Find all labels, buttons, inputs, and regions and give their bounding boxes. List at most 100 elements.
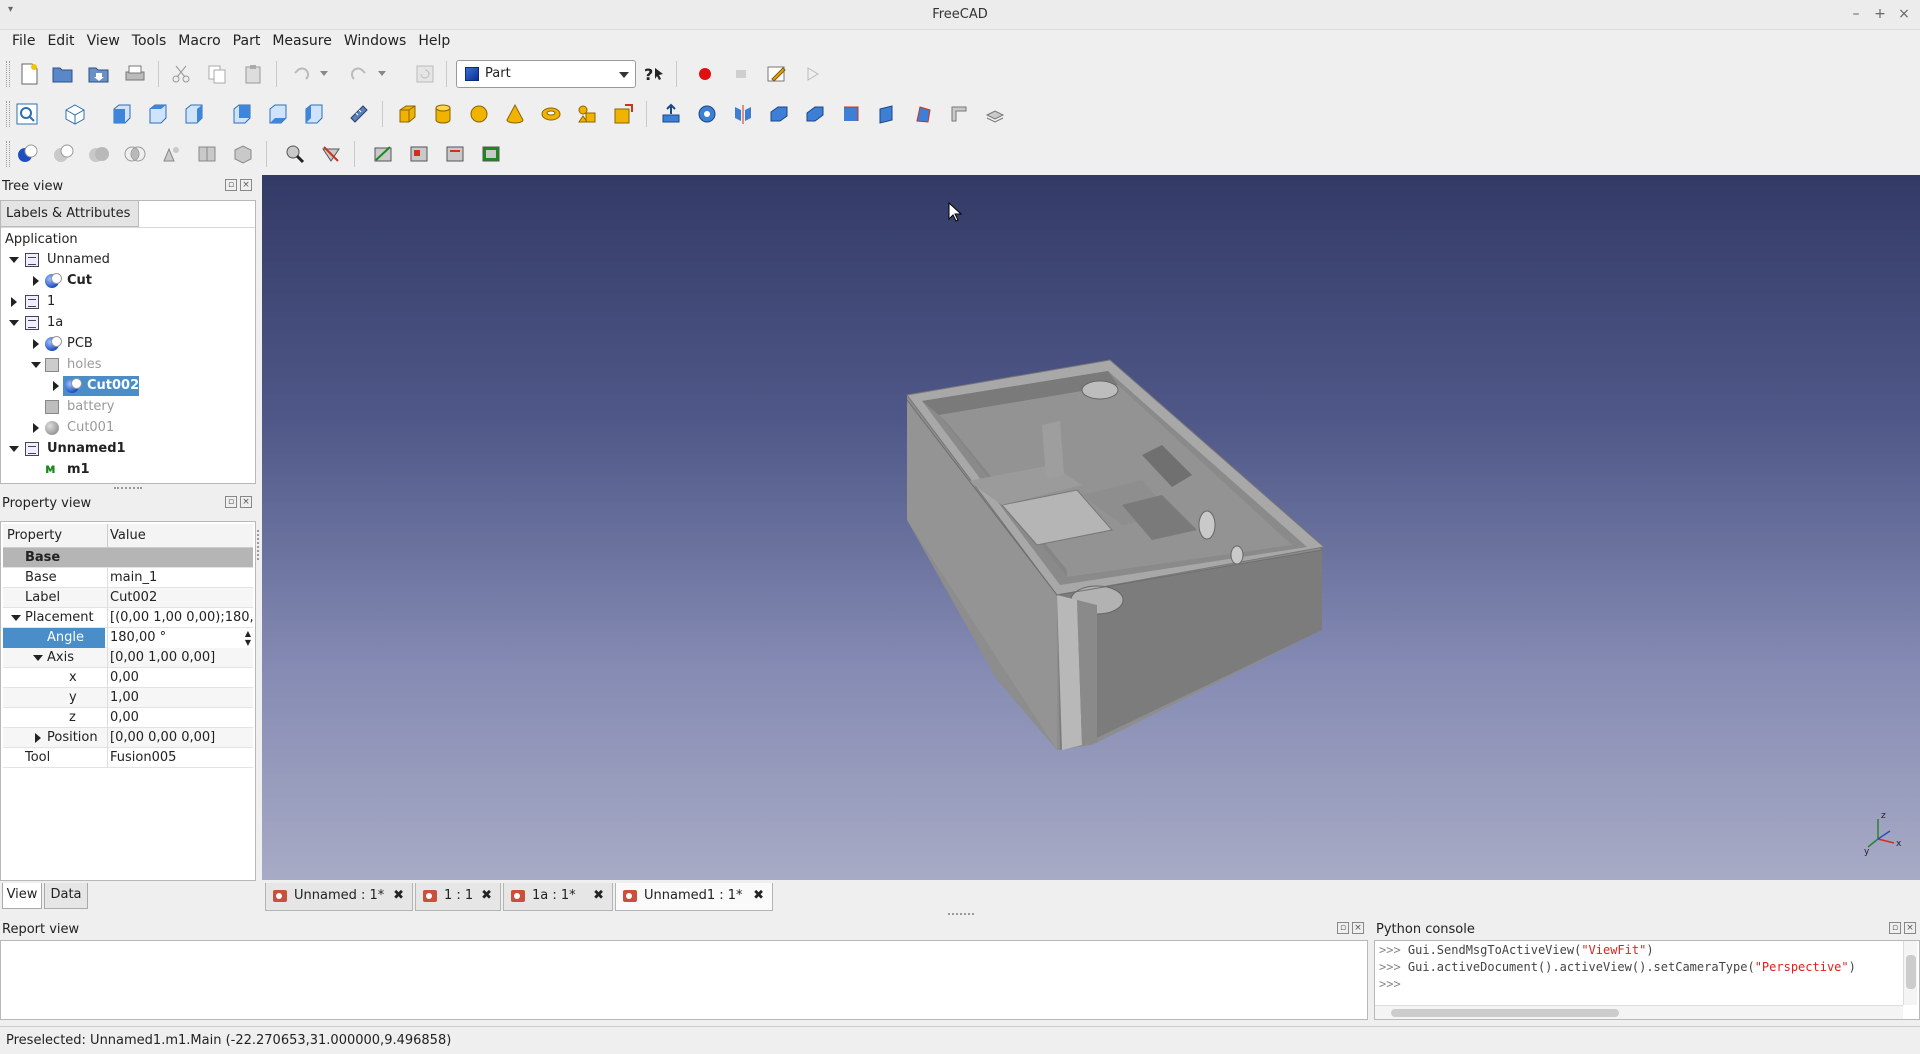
torus-icon[interactable]	[538, 101, 564, 127]
tab-1a[interactable]: 1a : 1* ✖	[503, 883, 613, 911]
attachment-icon[interactable]	[370, 141, 396, 167]
expanded-arrow-icon[interactable]	[11, 615, 21, 621]
close-window-button[interactable]: ×	[1894, 4, 1914, 24]
collapsed-arrow-icon[interactable]	[33, 276, 39, 286]
redo-dropdown-icon[interactable]	[376, 61, 390, 87]
fuse-icon[interactable]	[86, 141, 112, 167]
close-tab-icon[interactable]: ✖	[393, 883, 404, 909]
menu-part[interactable]: Part	[227, 30, 267, 54]
make-face-icon[interactable]	[838, 101, 864, 127]
offset-icon[interactable]	[478, 141, 504, 167]
horizontal-scrollbar[interactable]	[1375, 1005, 1903, 1019]
isometric-view-icon[interactable]	[62, 101, 88, 127]
undo-icon[interactable]	[288, 61, 314, 87]
close-panel-icon[interactable]: ×	[240, 496, 252, 508]
menu-file[interactable]: File	[6, 30, 41, 54]
join-features-icon[interactable]	[158, 141, 184, 167]
redo-icon[interactable]	[346, 61, 372, 87]
tree-item-m1[interactable]: ᴍ m1	[1, 460, 255, 480]
new-file-icon[interactable]	[16, 61, 42, 87]
cylinder-icon[interactable]	[430, 101, 456, 127]
property-row-axis[interactable]: Axis [0,00 1,00 0,00]	[3, 648, 253, 668]
panel-splitter[interactable]	[948, 913, 974, 917]
property-row[interactable]: Tool Fusion005	[3, 748, 253, 768]
collapsed-arrow-icon[interactable]	[11, 297, 17, 307]
projection-icon[interactable]	[442, 141, 468, 167]
tree-item-holes[interactable]: holes	[1, 355, 255, 375]
section-icon[interactable]	[982, 101, 1008, 127]
expanded-arrow-icon[interactable]	[9, 257, 19, 263]
record-macro-icon[interactable]	[692, 61, 718, 87]
float-panel-icon[interactable]: ▫	[1889, 922, 1901, 934]
cone-icon[interactable]	[502, 101, 528, 127]
tree-item-battery[interactable]: battery	[1, 397, 255, 417]
boolean-icon[interactable]	[14, 141, 40, 167]
tree-labels-tab[interactable]: Labels & Attributes	[1, 201, 139, 227]
collapsed-arrow-icon[interactable]	[53, 381, 59, 391]
tree-item-1a[interactable]: 1a	[1, 313, 255, 333]
panel-splitter[interactable]	[114, 487, 142, 491]
float-panel-icon[interactable]: ▫	[225, 496, 237, 508]
collapsed-arrow-icon[interactable]	[35, 733, 41, 743]
float-panel-icon[interactable]: ▫	[1337, 922, 1349, 934]
tree-item-unnamed[interactable]: Unnamed	[1, 250, 255, 270]
cube-icon[interactable]	[394, 101, 420, 127]
stop-macro-icon[interactable]	[728, 61, 754, 87]
expanded-arrow-icon[interactable]	[31, 362, 41, 368]
revolve-icon[interactable]	[694, 101, 720, 127]
save-icon[interactable]	[86, 61, 112, 87]
refresh-icon[interactable]	[412, 61, 438, 87]
paste-icon[interactable]	[240, 61, 266, 87]
panel-splitter[interactable]	[257, 530, 261, 560]
create-primitives-icon[interactable]	[574, 101, 600, 127]
chamfer-icon[interactable]	[802, 101, 828, 127]
tree-item-unnamed1[interactable]: Unnamed1	[1, 439, 255, 459]
vertical-scrollbar[interactable]	[1903, 941, 1917, 1005]
menu-help[interactable]: Help	[412, 30, 456, 54]
close-tab-icon[interactable]: ✖	[593, 883, 604, 909]
expanded-arrow-icon[interactable]	[33, 655, 43, 661]
undo-dropdown-icon[interactable]	[318, 61, 332, 87]
tab-view[interactable]: View	[2, 883, 42, 909]
3d-viewport[interactable]: z x y	[262, 175, 1920, 880]
expanded-arrow-icon[interactable]	[9, 446, 19, 452]
menu-tools[interactable]: Tools	[126, 30, 173, 54]
angle-spinbox[interactable]: 180,00 °	[107, 628, 253, 648]
collapsed-arrow-icon[interactable]	[33, 423, 39, 433]
property-row[interactable]: x 0,00	[3, 668, 253, 688]
console-input-line[interactable]: >>>	[1379, 977, 1401, 991]
maximize-button[interactable]: +	[1870, 4, 1890, 24]
tab-data[interactable]: Data	[44, 883, 88, 909]
menu-windows[interactable]: Windows	[338, 30, 413, 54]
tree-item-pcb[interactable]: PCB	[1, 334, 255, 354]
shape-builder-icon[interactable]	[610, 101, 636, 127]
cut-icon[interactable]	[168, 61, 194, 87]
whats-this-icon[interactable]: ?	[642, 61, 668, 87]
property-row-position[interactable]: Position [0,00 0,00 0,00]	[3, 728, 253, 748]
close-tab-icon[interactable]: ✖	[753, 883, 764, 909]
fillet-icon[interactable]	[766, 101, 792, 127]
split-features-icon[interactable]	[194, 141, 220, 167]
copy-icon[interactable]	[204, 61, 230, 87]
spin-arrows-icon[interactable]: ▲ ▼	[245, 629, 251, 647]
common-icon[interactable]	[122, 141, 148, 167]
menu-edit[interactable]: Edit	[41, 30, 80, 54]
bottom-view-icon[interactable]	[264, 101, 290, 127]
left-view-icon[interactable]	[300, 101, 326, 127]
top-view-icon[interactable]	[144, 101, 170, 127]
property-row-angle[interactable]: Angle 180,00 ° ▲ ▼	[3, 628, 253, 648]
report-view[interactable]	[0, 940, 1368, 1020]
compound-tools-icon[interactable]	[230, 141, 256, 167]
tree-item-cut002[interactable]: Cut002	[1, 376, 255, 396]
property-row[interactable]: y 1,00	[3, 688, 253, 708]
property-row[interactable]: Base main_1	[3, 568, 253, 588]
print-icon[interactable]	[122, 61, 148, 87]
fit-all-icon[interactable]	[14, 101, 40, 127]
float-panel-icon[interactable]: ▫	[225, 179, 237, 191]
collapsed-arrow-icon[interactable]	[33, 339, 39, 349]
property-group-base[interactable]: Base	[3, 548, 253, 568]
extrude-icon[interactable]	[658, 101, 684, 127]
open-file-icon[interactable]	[50, 61, 76, 87]
check-geometry-icon[interactable]	[282, 141, 308, 167]
ruled-surface-icon[interactable]	[874, 101, 900, 127]
